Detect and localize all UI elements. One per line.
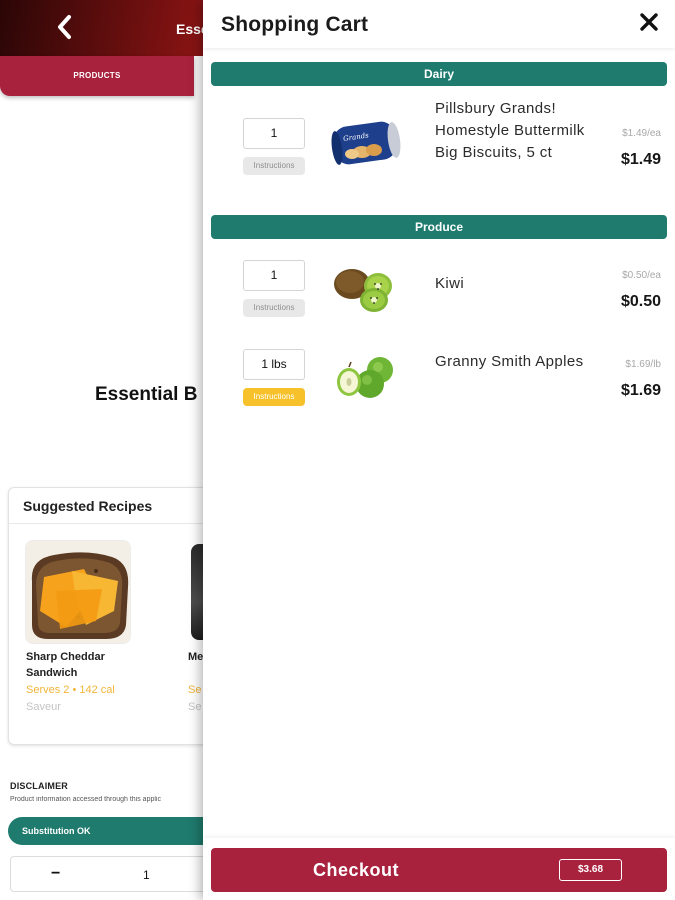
apples-product-image [337,357,393,398]
tab-products[interactable]: PRODUCTS [0,56,194,96]
unit-price: $1.69/lb [625,359,661,370]
section-header-dairy: Dairy [211,62,667,86]
disclaimer-text: Product information accessed through thi… [10,796,161,803]
recipe-meta: Serves 2 • 142 cal [26,684,115,696]
substitution-ok-toggle[interactable]: Substitution OK [8,817,218,845]
checkout-label: Checkout [312,860,399,880]
instructions-button[interactable]: Instructions [243,388,305,406]
instructions-button[interactable]: Instructions [243,157,305,175]
shopping-cart-drawer: Shopping Cart Dairy 1 Instructions Grand… [203,0,675,900]
biscuits-product-image: Grands [330,121,402,166]
item-price: $0.50 [620,293,661,310]
unit-price: $1.49/ea [622,128,661,139]
recipe-title: Essential B [95,384,198,405]
stepper-value: 1 [143,868,150,882]
decrement-button[interactable]: − [51,865,60,883]
quantity-input[interactable]: 1 [243,260,305,291]
checkout-button[interactable]: Checkout $3.68 [211,848,667,892]
recipe-image-sharp-cheddar-sandwich[interactable] [25,540,131,644]
product-name[interactable]: Kiwi [435,273,585,295]
cart-header: Shopping Cart [203,0,675,48]
suggested-recipes-title: Suggested Recipes [23,498,153,514]
unit-price: $0.50/ea [622,270,661,281]
quantity-stepper: − 1 [10,856,220,892]
cart-title: Shopping Cart [221,13,369,36]
item-price: $1.49 [620,151,661,168]
product-name[interactable]: Pillsbury Grands! Homestyle Buttermilk B… [435,98,585,164]
quantity-input[interactable]: 1 lbs [243,349,305,380]
cart-footer: Checkout $3.68 [203,838,675,900]
disclaimer-heading: DISCLAIMER [10,781,68,791]
item-price: $1.69 [620,382,661,399]
instructions-button[interactable]: Instructions [243,299,305,317]
kiwi-product-image [334,269,392,312]
recipe-source: Saveur [26,701,61,713]
product-name[interactable]: Granny Smith Apples [435,351,585,373]
close-icon[interactable] [637,10,661,34]
sandwich-image [26,541,130,643]
section-header-produce: Produce [211,215,667,239]
back-icon[interactable] [50,10,80,44]
checkout-total-badge: $3.68 [559,859,622,881]
recipe-name[interactable]: Sharp Cheddar Sandwich [26,649,146,681]
quantity-input[interactable]: 1 [243,118,305,149]
